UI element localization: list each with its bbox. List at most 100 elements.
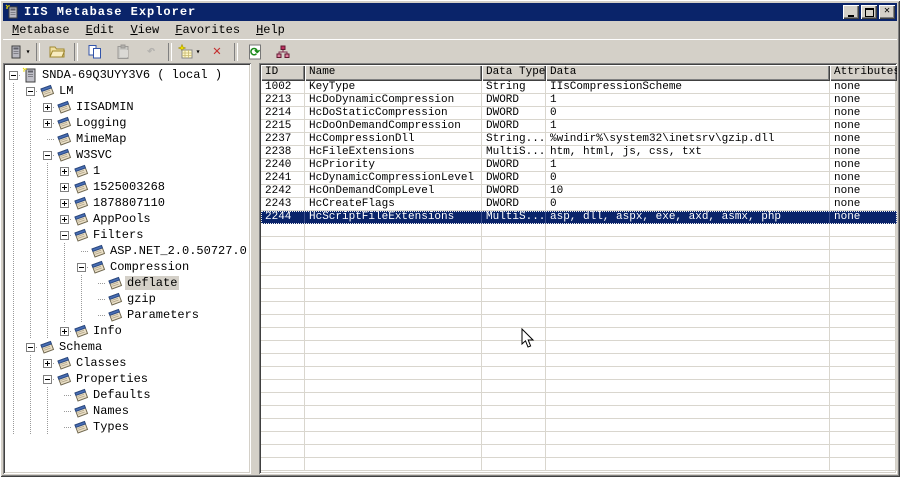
tree-indent-guide	[5, 243, 22, 259]
cell-data: asp, dll, aspx, exe, axd, asmx, php	[546, 211, 830, 224]
expand-toggle[interactable]	[56, 195, 73, 211]
tree-item-parameters[interactable]: Parameters	[5, 307, 249, 323]
open-folder-button[interactable]	[43, 41, 71, 63]
tree-indent-guide	[39, 259, 56, 275]
tree-item-1[interactable]: 1	[5, 163, 249, 179]
tree-indent-guide	[5, 227, 22, 243]
tree-item-names[interactable]: Names	[5, 403, 249, 419]
refresh-button[interactable]: ⟳	[241, 41, 269, 63]
tree-item-properties[interactable]: Properties	[5, 371, 249, 387]
tree-indent-guide	[5, 147, 22, 163]
expand-toggle[interactable]	[56, 163, 73, 179]
tree-item-filters[interactable]: Filters	[5, 227, 249, 243]
cell-data-type: DWORD	[482, 107, 546, 120]
cell-data-type: DWORD	[482, 172, 546, 185]
expand-toggle[interactable]	[56, 323, 73, 339]
cell-id	[261, 354, 305, 367]
cell-data	[546, 367, 830, 380]
property-row-2238[interactable]: 2238 HcFileExtensions MultiS... htm, html, …	[261, 146, 897, 159]
minimize-button[interactable]	[843, 5, 859, 19]
tree-item-defaults[interactable]: Defaults	[5, 387, 249, 403]
expand-toggle[interactable]	[56, 227, 73, 243]
property-row-2240[interactable]: 2240 HcPriority DWORD 1 none	[261, 159, 897, 172]
tree-item-label: Info	[93, 324, 122, 338]
expand-toggle[interactable]	[22, 83, 39, 99]
tree-item-w3svc[interactable]: W3SVC	[5, 147, 249, 163]
expand-toggle[interactable]	[39, 355, 56, 371]
minimize-icon	[848, 14, 854, 17]
expand-toggle[interactable]	[56, 179, 73, 195]
maximize-button[interactable]	[861, 5, 877, 19]
property-row-2241[interactable]: 2241 HcDynamicCompressionLevel DWORD 0 none	[261, 172, 897, 185]
property-row-2244[interactable]: 2244 HcScriptFileExtensions MultiS... asp, …	[261, 211, 897, 224]
undo-button[interactable]: ↶	[137, 41, 165, 63]
tree-item-snda-69q3uyy3v6-local[interactable]: SNDA-69Q3UYY3V6 ( local )	[5, 67, 249, 83]
expand-toggle[interactable]	[22, 339, 39, 355]
paste-button[interactable]	[109, 41, 137, 63]
column-header-id[interactable]: ID	[261, 65, 305, 81]
property-row-2237[interactable]: 2237 HcCompressionDll String... %windir%\sy…	[261, 133, 897, 146]
tree-indent-guide	[5, 99, 22, 115]
column-header-data[interactable]: Data	[546, 65, 830, 81]
tree-item-mimemap[interactable]: MimeMap	[5, 131, 249, 147]
delete-button[interactable]: ✕	[203, 41, 231, 63]
new-key-button[interactable]: ▾	[175, 41, 203, 63]
expand-toggle[interactable]	[39, 115, 56, 131]
tree-item-lm[interactable]: LM	[5, 83, 249, 99]
hierarchy-view-button[interactable]	[269, 41, 297, 63]
expand-toggle[interactable]	[39, 147, 56, 163]
property-row-2213[interactable]: 2213 HcDoDynamicCompression DWORD 1 none	[261, 94, 897, 107]
key-icon	[73, 419, 91, 435]
menu-favorites[interactable]: Favorites	[167, 22, 248, 38]
cell-data	[546, 458, 830, 471]
tree-indent-guide	[22, 227, 39, 243]
column-header-name[interactable]: Name	[305, 65, 482, 81]
menu-metabase[interactable]: Metabase	[4, 22, 78, 38]
connect-computer-button[interactable]: ▾	[5, 41, 33, 63]
copy-button[interactable]	[81, 41, 109, 63]
tree-item-1878807110[interactable]: 1878807110	[5, 195, 249, 211]
tree-item-asp-net-2-0-50727-0[interactable]: ASP.NET_2.0.50727.0	[5, 243, 249, 259]
tree-item-1525003268[interactable]: 1525003268	[5, 179, 249, 195]
pane-splitter[interactable]	[251, 63, 259, 474]
key-icon	[107, 307, 125, 323]
cell-attributes	[830, 367, 897, 380]
tree-item-iisadmin[interactable]: IISADMIN	[5, 99, 249, 115]
tree-item-apppools[interactable]: AppPools	[5, 211, 249, 227]
tree-indent-guide	[22, 291, 39, 307]
menu-view[interactable]: View	[122, 22, 167, 38]
expand-toggle[interactable]	[39, 99, 56, 115]
cell-id: 2240	[261, 159, 305, 172]
tree-item-schema[interactable]: Schema	[5, 339, 249, 355]
expand-toggle[interactable]	[5, 67, 22, 83]
tree-item-types[interactable]: Types	[5, 419, 249, 435]
tree-item-info[interactable]: Info	[5, 323, 249, 339]
expand-toggle[interactable]	[39, 371, 56, 387]
property-row-2242[interactable]: 2242 HcOnDemandCompLevel DWORD 10 none	[261, 185, 897, 198]
expand-toggle[interactable]	[73, 259, 90, 275]
tree-indent-guide	[5, 339, 22, 355]
close-button[interactable]: ✕	[879, 5, 895, 19]
empty-row	[261, 237, 897, 250]
tree-item-logging[interactable]: Logging	[5, 115, 249, 131]
tree-indent-guide	[39, 291, 56, 307]
expand-toggle[interactable]	[56, 211, 73, 227]
minus-box-icon	[60, 230, 69, 240]
tree-item-classes[interactable]: Classes	[5, 355, 249, 371]
property-row-1002[interactable]: 1002 KeyType String IIsCompressionScheme non…	[261, 81, 897, 94]
tree-item-deflate[interactable]: deflate	[5, 275, 249, 291]
property-row-2215[interactable]: 2215 HcDoOnDemandCompression DWORD 1 none	[261, 120, 897, 133]
cell-id	[261, 432, 305, 445]
column-header-attributes[interactable]: Attributes	[830, 65, 897, 81]
menu-help[interactable]: Help	[248, 22, 293, 38]
menu-edit[interactable]: Edit	[78, 22, 123, 38]
property-row-2243[interactable]: 2243 HcCreateFlags DWORD 0 none	[261, 198, 897, 211]
column-header-data-type[interactable]: Data Type	[482, 65, 546, 81]
tree-item-compression[interactable]: Compression	[5, 259, 249, 275]
property-row-2214[interactable]: 2214 HcDoStaticCompression DWORD 0 none	[261, 107, 897, 120]
tree-item-gzip[interactable]: gzip	[5, 291, 249, 307]
tree-indent-guide	[5, 323, 22, 339]
tree-item-label: Properties	[76, 372, 149, 386]
plus-box-icon	[60, 182, 69, 192]
plus-box-icon	[43, 358, 52, 368]
